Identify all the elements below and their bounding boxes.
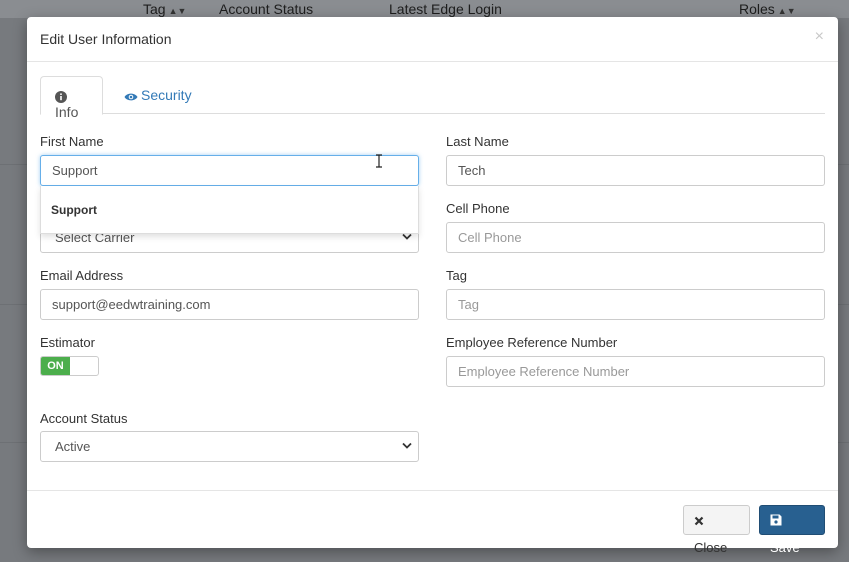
chevron-down-icon (402, 442, 412, 449)
account-status-label: Account Status (40, 411, 128, 426)
last-name-input[interactable] (446, 155, 825, 186)
column-header-latest-edge-login: Latest Edge Login (389, 1, 502, 17)
tag-label: Tag (446, 268, 467, 283)
account-status-value: Active (55, 439, 91, 454)
column-label: Latest Edge Login (389, 1, 502, 17)
modal-title: Edit User Information (40, 31, 172, 47)
account-status-select[interactable]: Active (40, 431, 419, 462)
tab-security[interactable]: Security (110, 76, 202, 114)
estimator-label: Estimator (40, 335, 95, 350)
eye-icon (124, 93, 138, 101)
text-cursor-icon (376, 154, 382, 168)
column-label: Account Status (219, 1, 314, 17)
edit-user-modal: Edit User Information × Info Security Fi… (27, 17, 838, 555)
last-name-label: Last Name (446, 134, 509, 149)
employee-ref-label: Employee Reference Number (446, 335, 618, 350)
employee-ref-input[interactable] (446, 356, 825, 387)
save-button-label: Save (770, 540, 800, 555)
save-button[interactable]: Save (759, 505, 825, 555)
toggle-on-label: ON (41, 357, 70, 375)
tag-input[interactable] (446, 289, 825, 320)
info-circle-icon (55, 91, 67, 103)
email-label: Email Address (40, 268, 124, 283)
close-button-label: Close (694, 540, 728, 555)
column-label: Roles (739, 1, 775, 17)
column-header-account-status: Account Status (219, 1, 313, 17)
column-header-roles: Roles ▲▼ (739, 1, 796, 17)
close-icon (694, 516, 704, 526)
modal-header: Edit User Information × (27, 17, 838, 62)
first-name-label: First Name (40, 134, 104, 149)
sort-icon: ▲▼ (777, 6, 796, 16)
chevron-down-icon (402, 233, 412, 240)
close-icon[interactable]: × (815, 28, 824, 46)
tab-label: Security (141, 87, 192, 103)
modal-footer: Close Save (27, 490, 838, 555)
first-name-input[interactable] (40, 155, 419, 186)
autocomplete-dropdown: Support (40, 186, 419, 234)
column-header-tag: Tag ▲▼ (143, 1, 186, 17)
floppy-disk-icon (770, 514, 782, 526)
email-input[interactable] (40, 289, 419, 320)
sort-icon: ▲▼ (168, 6, 187, 16)
close-button[interactable]: Close (683, 505, 750, 555)
column-label: Tag (143, 1, 166, 17)
tab-info[interactable]: Info (40, 76, 103, 120)
cell-phone-label: Cell Phone (446, 201, 510, 216)
autocomplete-option[interactable]: Support (51, 203, 97, 217)
tab-bar: Info Security (40, 76, 825, 120)
tab-label: Info (55, 104, 79, 120)
cell-phone-input[interactable] (446, 222, 825, 253)
estimator-toggle[interactable]: ON (40, 356, 99, 376)
